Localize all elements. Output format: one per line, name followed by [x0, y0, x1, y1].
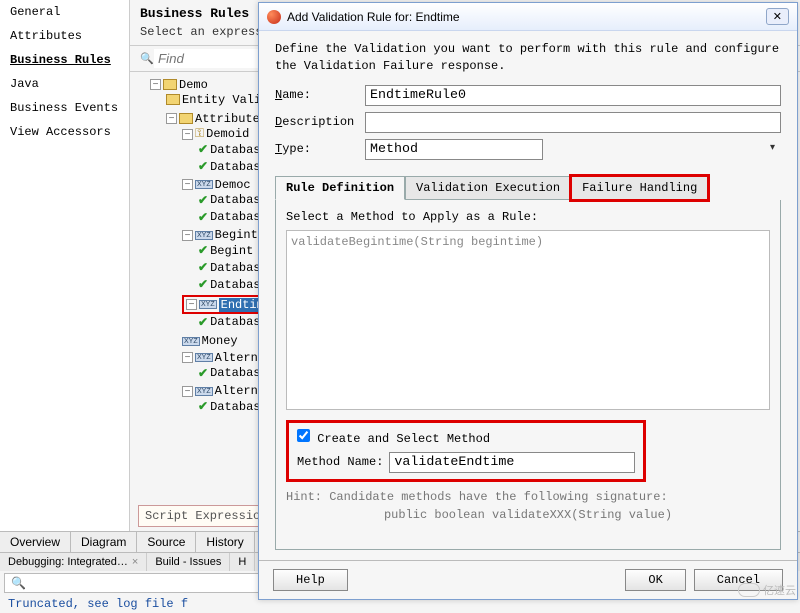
tree-attributes[interactable]: Attributes [195, 112, 267, 126]
xyz-icon: XYZ [195, 387, 213, 396]
create-method-checkbox[interactable] [297, 429, 310, 442]
search-icon: 🔍 [140, 52, 154, 66]
name-label: Name: [275, 88, 365, 102]
tree-democ[interactable]: Democ [215, 178, 251, 192]
xyz-icon: XYZ [199, 300, 217, 309]
tree-db[interactable]: Databas [210, 160, 260, 174]
check-icon: ✔ [198, 159, 208, 174]
tree-begint[interactable]: Begint [210, 244, 253, 258]
nav-item-java[interactable]: Java [0, 72, 129, 96]
nav-item-view-accessors[interactable]: View Accessors [0, 120, 129, 144]
xyz-icon: XYZ [182, 337, 200, 346]
tree-db[interactable]: Databas [210, 143, 260, 157]
left-nav: General Attributes Business Rules Java B… [0, 0, 130, 531]
dialog-close-button[interactable]: ✕ [766, 8, 789, 25]
type-select[interactable] [365, 139, 543, 160]
dialog-description: Define the Validation you want to perfor… [275, 41, 781, 85]
description-label: Description [275, 115, 365, 129]
tree-db[interactable]: Databas [210, 193, 260, 207]
folder-icon [166, 94, 180, 105]
watermark: 亿速云 [738, 582, 796, 598]
tree-money[interactable]: Money [202, 334, 238, 348]
name-input[interactable] [365, 85, 781, 106]
check-icon: ✔ [198, 193, 208, 208]
tab-rule-definition[interactable]: Rule Definition [275, 176, 405, 200]
search-icon: 🔍 [11, 576, 26, 590]
tree-db[interactable]: Databas [210, 400, 260, 414]
method-name-input[interactable] [389, 452, 635, 473]
tree-root[interactable]: Demo [179, 78, 208, 92]
check-icon: ✔ [198, 142, 208, 157]
ok-button[interactable]: OK [625, 569, 685, 591]
expand-toggle[interactable]: − [182, 352, 193, 363]
check-icon: ✔ [198, 315, 208, 330]
check-icon: ✔ [198, 366, 208, 381]
check-icon: ✔ [198, 277, 208, 292]
rule-definition-panel: Select a Method to Apply as a Rule: vali… [275, 200, 781, 550]
app-icon [267, 10, 281, 24]
tab-overview[interactable]: Overview [0, 532, 71, 552]
tab-failure-handling[interactable]: Failure Handling [571, 176, 708, 200]
check-icon: ✔ [198, 260, 208, 275]
check-icon: ✔ [198, 243, 208, 258]
expand-toggle[interactable]: − [182, 129, 193, 140]
cloud-icon [738, 583, 760, 597]
expand-toggle[interactable]: − [150, 79, 161, 90]
type-label: Type: [275, 142, 365, 156]
create-method-section: CCreate and Select Methodreate and Selec… [286, 420, 646, 482]
status-build-issues[interactable]: Build - Issues [147, 553, 230, 571]
status-debugging[interactable]: Debugging: Integrated…× [0, 553, 147, 571]
close-icon[interactable]: × [132, 556, 138, 568]
expand-toggle[interactable]: − [182, 386, 193, 397]
tree-db[interactable]: Databas [210, 315, 260, 329]
folder-icon [163, 79, 177, 90]
tab-history[interactable]: History [196, 532, 254, 552]
tree-db[interactable]: Databas [210, 278, 260, 292]
tree-demoid[interactable]: Demoid [206, 127, 249, 141]
xyz-icon: XYZ [195, 180, 213, 189]
method-select-label: Select a Method to Apply as a Rule: [286, 210, 770, 224]
expand-toggle[interactable]: − [182, 179, 193, 190]
tab-validation-execution[interactable]: Validation Execution [405, 176, 571, 200]
folder-icon [179, 113, 193, 124]
status-other[interactable]: H [230, 553, 255, 571]
dialog-titlebar[interactable]: Add Validation Rule for: Endtime ✕ [259, 3, 797, 31]
check-icon: ✔ [198, 399, 208, 414]
dialog-footer: Help OK Cancel [259, 560, 797, 599]
nav-item-attributes[interactable]: Attributes [0, 24, 129, 48]
tree-db[interactable]: Databas [210, 261, 260, 275]
rule-tabs: Rule Definition Validation Execution Fai… [275, 176, 781, 200]
add-validation-rule-dialog: Add Validation Rule for: Endtime ✕ Defin… [258, 2, 798, 600]
nav-item-business-rules[interactable]: Business Rules [0, 48, 129, 72]
help-button[interactable]: Help [273, 569, 348, 591]
xyz-icon: XYZ [195, 353, 213, 362]
create-method-checkbox-label[interactable]: CCreate and Select Methodreate and Selec… [297, 432, 490, 446]
method-list[interactable]: validateBegintime(String begintime) [286, 230, 770, 410]
tab-source[interactable]: Source [137, 532, 196, 552]
xyz-icon: XYZ [195, 231, 213, 240]
description-input[interactable] [365, 112, 781, 133]
nav-item-business-events[interactable]: Business Events [0, 96, 129, 120]
hint-text: Hint: Candidate methods have the followi… [286, 490, 770, 522]
tree-db[interactable]: Databas [210, 210, 260, 224]
nav-item-general[interactable]: General [0, 0, 129, 24]
expand-toggle[interactable]: − [166, 113, 177, 124]
tree-db[interactable]: Databas [210, 366, 260, 380]
method-name-label: Method Name: [297, 455, 383, 469]
check-icon: ✔ [198, 210, 208, 225]
key-icon: ⚿ [195, 127, 204, 141]
expand-toggle[interactable]: − [182, 230, 193, 241]
dialog-title-text: Add Validation Rule for: Endtime [287, 10, 760, 24]
expand-toggle[interactable]: − [186, 299, 197, 310]
tab-diagram[interactable]: Diagram [71, 532, 137, 552]
